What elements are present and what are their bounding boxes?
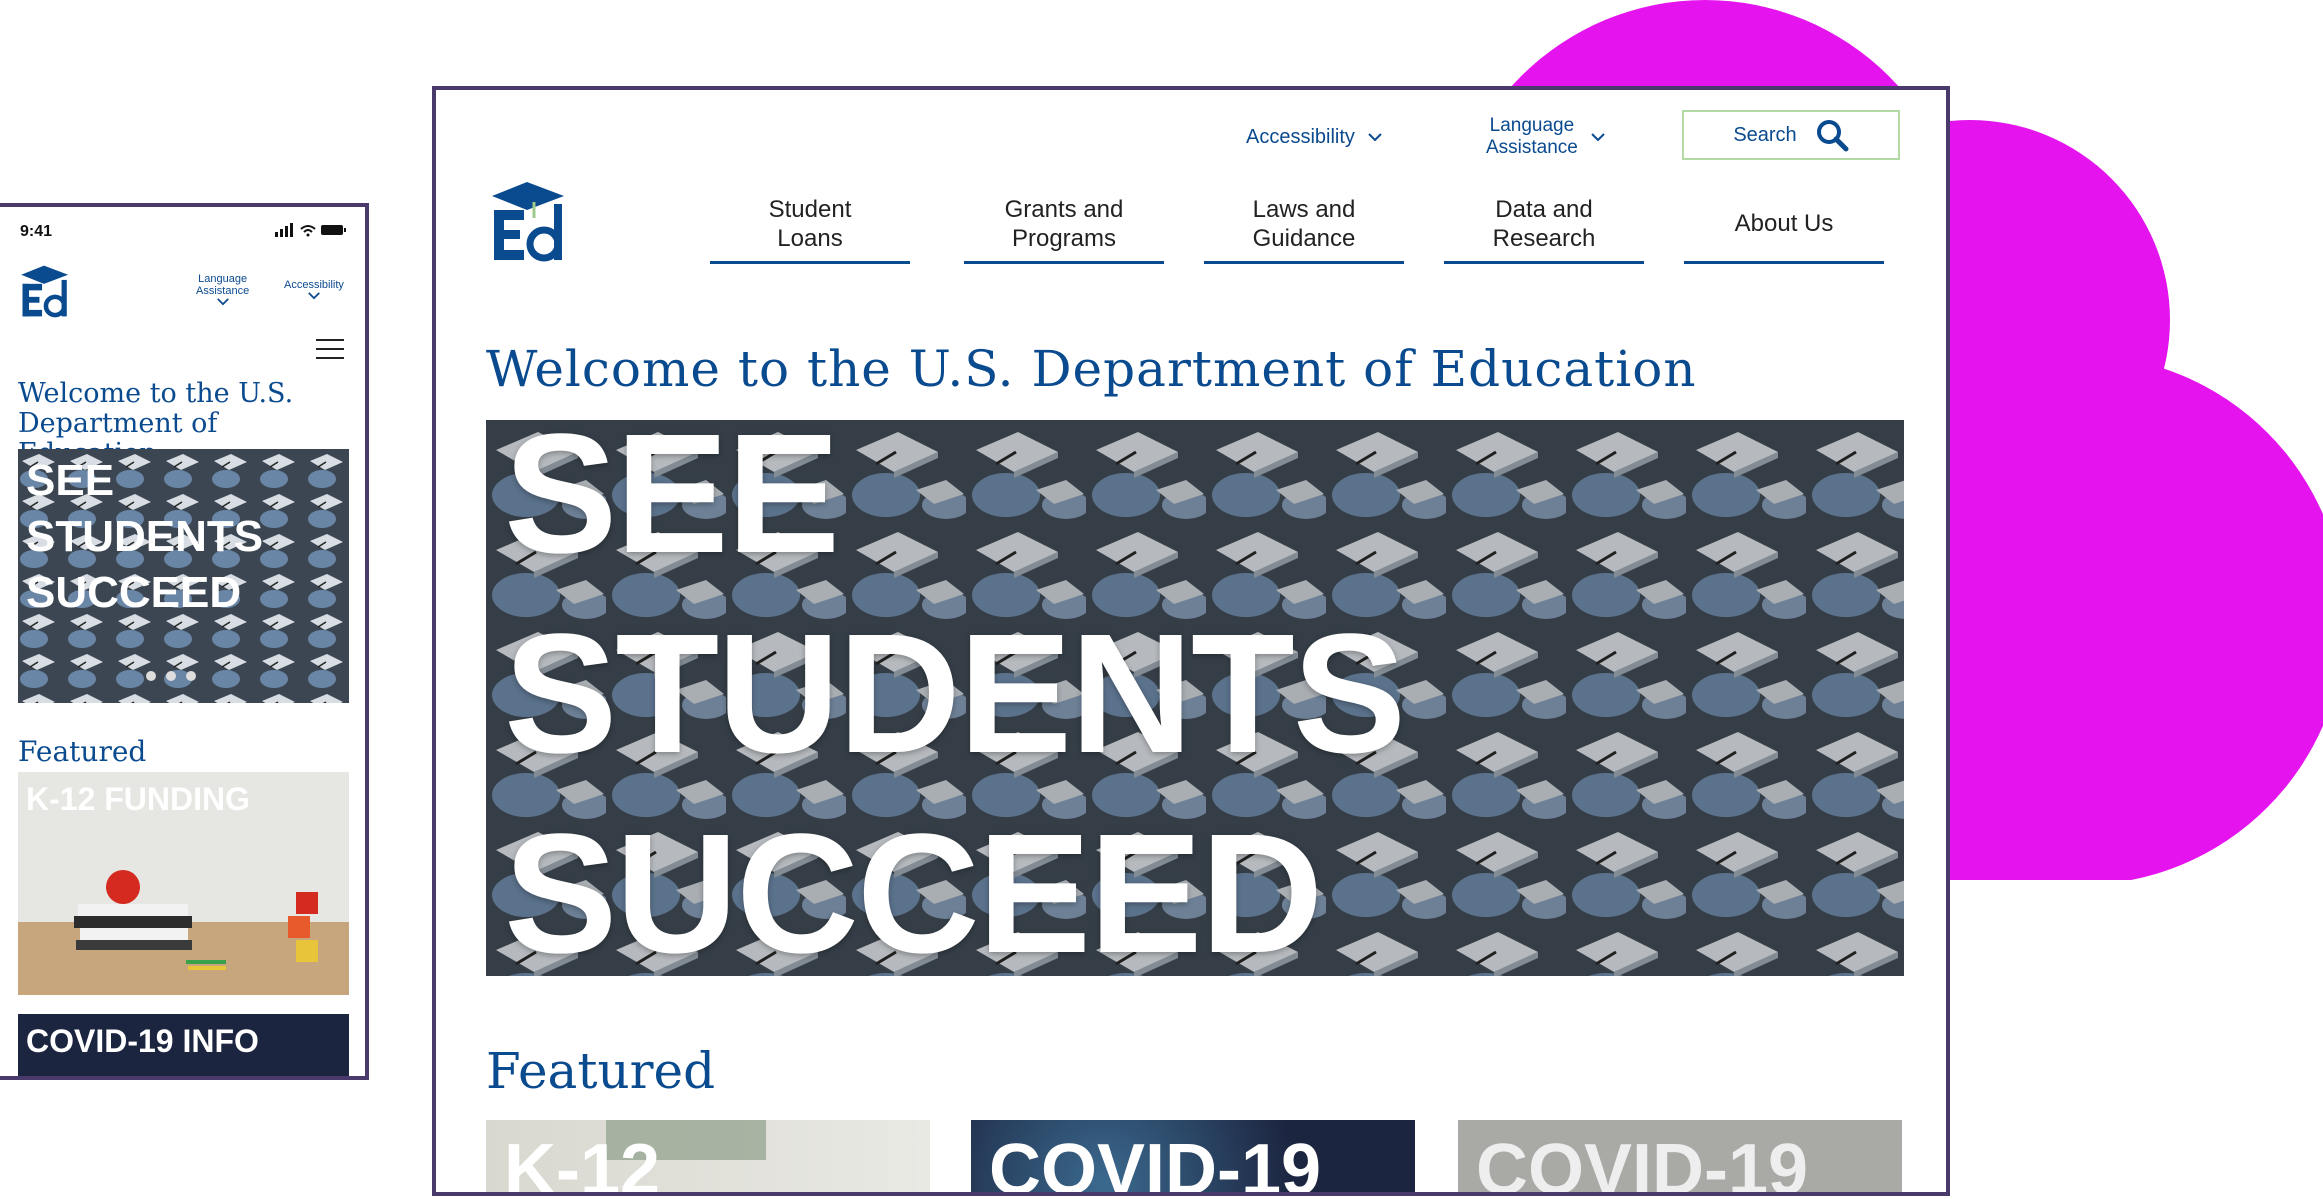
nav-label-line: Grants and [1004,195,1124,223]
card-label: K-12 FUNDING [26,781,251,817]
hero-banner[interactable]: SEE STUDENTS SUCCEED [18,449,349,703]
card-label: K-12 [504,1130,661,1196]
language-label-line2: Assistance [1486,137,1578,158]
hero-headline: SEE STUDENTS SUCCEED [504,420,1406,976]
ed-logo-icon[interactable] [18,263,70,319]
mobile-accessibility-menu[interactable]: Accessibility [284,279,344,303]
featured-card-covid-info[interactable]: COVID-19 INFO [18,1014,349,1076]
featured-card-covid[interactable]: COVID-19 [971,1120,1415,1196]
status-icons [275,223,346,237]
chevron-down-icon [308,292,320,300]
carousel-dot[interactable] [146,671,156,681]
hamburger-menu-icon[interactable] [316,337,344,361]
nav-label-line: Guidance [1252,224,1356,252]
featured-card-covid-2[interactable]: COVID-19 [1458,1120,1902,1196]
nav-label-line: Student [768,195,852,223]
nav-laws-guidance[interactable]: Laws and Guidance [1204,194,1404,264]
nav-student-loans[interactable]: Student Loans [710,194,910,264]
featured-heading: Featured [18,735,147,768]
hero-line: SUCCEED [504,799,1323,976]
nav-label-line: About Us [1734,210,1834,237]
page-title: Welcome to the U.S. Department of Educat… [486,340,1697,398]
language-label-line2: Assistance [196,285,250,297]
chevron-down-icon [1591,133,1605,142]
language-assistance-menu[interactable]: Language Assistance [1486,110,1606,164]
nav-label-line: Loans [777,224,843,252]
hero-line: STUDENTS [26,512,264,561]
carousel-dot[interactable] [186,671,196,681]
nav-data-research[interactable]: Data and Research [1444,194,1644,264]
accessibility-label: Accessibility [284,279,344,291]
search-icon [1816,120,1849,152]
card-label: COVID-19 INFO [26,1023,259,1059]
nav-grants-programs[interactable]: Grants and Programs [964,194,1164,264]
accessibility-label: Accessibility [1246,125,1355,148]
language-label-line1: Language [1489,115,1575,136]
chevron-down-icon [216,298,229,306]
nav-about-us[interactable]: About Us [1684,194,1884,264]
hero-line: SEE [26,456,115,505]
nav-label-line: Research [1492,224,1596,252]
hero-line: STUDENTS [504,599,1406,789]
mobile-mockup: 9:41 Language Assistance Accessibility W… [0,203,369,1080]
search-label: Search [1733,123,1797,146]
featured-card-k12[interactable]: K-12 [486,1120,930,1196]
hero-headline: SEE STUDENTS SUCCEED [26,453,263,621]
featured-card-k12-funding[interactable]: K-12 FUNDING [18,772,349,995]
featured-heading: Featured [486,1042,716,1100]
card-label: COVID-19 [1476,1130,1809,1196]
card-label: COVID-19 [989,1130,1322,1196]
desktop-mockup: Accessibility Language Assistance Search… [432,86,1950,1196]
wifi-icon [300,225,316,237]
carousel-dots[interactable] [146,671,196,681]
battery-icon [321,225,346,235]
chevron-down-icon [1368,133,1382,142]
nav-label-line: Data and [1495,195,1593,223]
search-button[interactable]: Search [1682,110,1900,160]
carousel-dot[interactable] [166,671,176,681]
mobile-language-menu[interactable]: Language Assistance [196,273,249,309]
language-label-line1: Language [198,273,248,285]
accessibility-menu[interactable]: Accessibility [1246,110,1383,164]
hero-banner[interactable]: SEE STUDENTS SUCCEED [486,420,1904,976]
status-time: 9:41 [20,223,53,240]
signal-icon [275,223,293,237]
nav-label-line: Laws and [1252,195,1356,223]
nav-label-line: Programs [1011,224,1116,252]
hero-line: SUCCEED [26,568,242,617]
hero-line: SEE [504,420,840,589]
ed-logo-icon[interactable] [488,178,566,264]
